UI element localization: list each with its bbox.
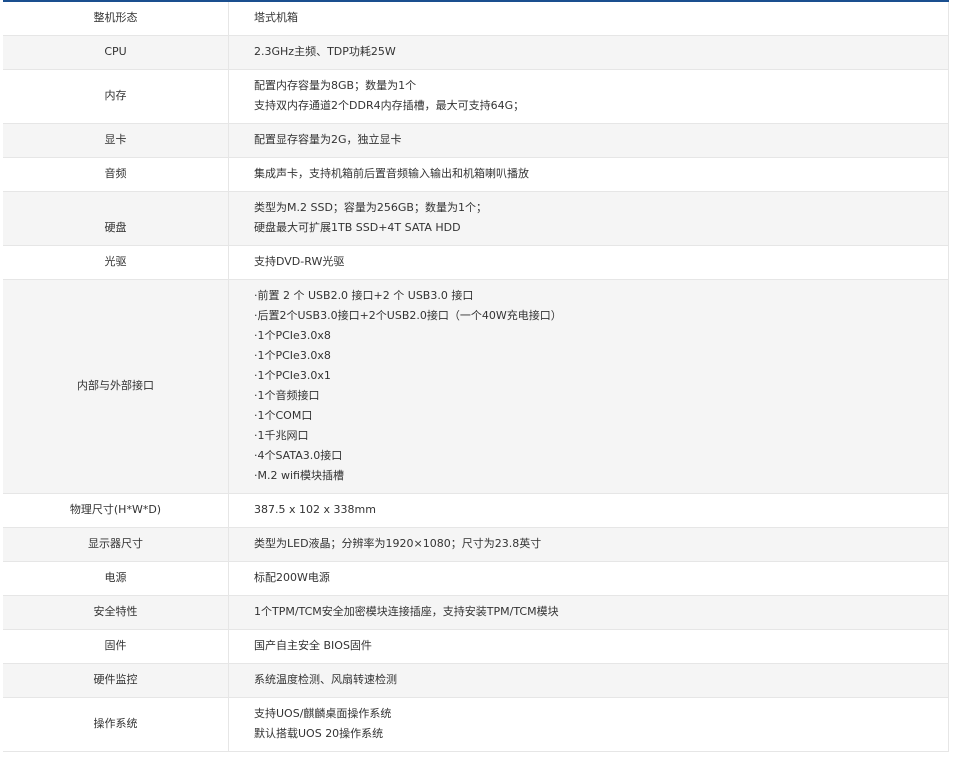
spec-value-line: 支持DVD-RW光驱 (254, 255, 345, 268)
spec-value-line: 国产自主安全 BIOS固件 (254, 639, 372, 652)
spec-value-line: 默认搭载UOS 20操作系统 (254, 727, 384, 740)
spec-label: 操作系统 (3, 696, 229, 752)
spec-row: 硬盘 类型为M.2 SSD；容量为256GB；数量为1个； 硬盘最大可扩展1TB S… (3, 190, 949, 246)
spec-row: 固件 国产自主安全 BIOS固件 (3, 628, 949, 664)
spec-label: 硬件监控 (3, 662, 229, 698)
spec-value: 387.5 x 102 x 338mm (228, 492, 949, 528)
spec-table: 整机形态 塔式机箱 CPU 2.3GHz主频、TDP功耗25W 内存 配置内存容量为8GB… (3, 0, 949, 752)
spec-value: 1个TPM/TCM安全加密模块连接插座，支持安装TPM/TCM模块 (228, 594, 949, 630)
spec-row: 电源 标配200W电源 (3, 560, 949, 596)
spec-label: 光驱 (3, 244, 229, 280)
spec-value-line: ·1个PCIe3.0x8 (254, 329, 331, 342)
spec-value-line: 塔式机箱 (254, 11, 298, 25)
spec-value-line: ·前置 2 个 USB2.0 接口+2 个 USB3.0 接口 (254, 289, 474, 302)
spec-row: 操作系统 支持UOS/麒麟桌面操作系统 默认搭载UOS 20操作系统 (3, 696, 949, 752)
spec-value-line: 硬盘最大可扩展1TB SSD+4T SATA HDD (254, 221, 461, 234)
spec-row: 物理尺寸(H*W*D) 387.5 x 102 x 338mm (3, 492, 949, 528)
spec-label: 物理尺寸(H*W*D) (3, 492, 229, 528)
spec-value-line: 配置显存容量为2G，独立显卡 (254, 133, 402, 146)
spec-label: 内部与外部接口 (3, 278, 229, 494)
spec-table-body: 整机形态 塔式机箱 CPU 2.3GHz主频、TDP功耗25W 内存 配置内存容量为8GB… (3, 0, 949, 752)
spec-value: 塔式机箱 (228, 0, 949, 36)
spec-value: 类型为LED液晶；分辨率为1920×1080；尺寸为23.8英寸 (228, 526, 949, 562)
spec-row: 显示器尺寸 类型为LED液晶；分辨率为1920×1080；尺寸为23.8英寸 (3, 526, 949, 562)
spec-row: 内部与外部接口 ·前置 2 个 USB2.0 接口+2 个 USB3.0 接口 ·后… (3, 278, 949, 494)
spec-row: 显卡 配置显存容量为2G，独立显卡 (3, 122, 949, 158)
spec-value-line: 387.5 x 102 x 338mm (254, 503, 376, 516)
spec-row: CPU 2.3GHz主频、TDP功耗25W (3, 34, 949, 70)
spec-value-line: ·1个音频接口 (254, 389, 320, 402)
spec-row: 音频 集成声卡，支持机箱前后置音频输入输出和机箱喇叭播放 (3, 156, 949, 192)
spec-row: 整机形态 塔式机箱 (3, 0, 949, 36)
spec-label: 显卡 (3, 122, 229, 158)
spec-label: 整机形态 (3, 0, 229, 36)
spec-value: ·前置 2 个 USB2.0 接口+2 个 USB3.0 接口 ·后置2个USB3… (228, 278, 949, 494)
spec-value: 国产自主安全 BIOS固件 (228, 628, 949, 664)
spec-label: 显示器尺寸 (3, 526, 229, 562)
spec-value-line: 类型为M.2 SSD；容量为256GB；数量为1个； (254, 201, 487, 214)
spec-value: 支持DVD-RW光驱 (228, 244, 949, 280)
spec-label: 硬盘 (3, 190, 229, 246)
spec-value-line: ·1个PCIe3.0x8 (254, 349, 331, 362)
spec-value-line: 配置内存容量为8GB；数量为1个 (254, 79, 417, 92)
spec-value-line: ·1个COM口 (254, 409, 313, 422)
spec-value: 2.3GHz主频、TDP功耗25W (228, 34, 949, 70)
spec-value-line: ·4个SATA3.0接口 (254, 449, 343, 462)
spec-value-line: 集成声卡，支持机箱前后置音频输入输出和机箱喇叭播放 (254, 167, 529, 180)
spec-value: 支持UOS/麒麟桌面操作系统 默认搭载UOS 20操作系统 (228, 696, 949, 752)
spec-value-line: 类型为LED液晶；分辨率为1920×1080；尺寸为23.8英寸 (254, 537, 542, 550)
spec-value-line: ·1个PCIe3.0x1 (254, 369, 331, 382)
spec-row: 硬件监控 系统温度检测、风扇转速检测 (3, 662, 949, 698)
spec-value-line: 系统温度检测、风扇转速检测 (254, 673, 397, 686)
spec-value-line: 支持双内存通道2个DDR4内存插槽，最大可支持64G； (254, 99, 525, 112)
spec-label: 内存 (3, 68, 229, 124)
spec-value: 集成声卡，支持机箱前后置音频输入输出和机箱喇叭播放 (228, 156, 949, 192)
spec-label: 安全特性 (3, 594, 229, 630)
spec-value: 类型为M.2 SSD；容量为256GB；数量为1个； 硬盘最大可扩展1TB SSD… (228, 190, 949, 246)
spec-label: 音频 (3, 156, 229, 192)
spec-row: 光驱 支持DVD-RW光驱 (3, 244, 949, 280)
spec-value: 配置显存容量为2G，独立显卡 (228, 122, 949, 158)
spec-value: 配置内存容量为8GB；数量为1个支持双内存通道2个DDR4内存插槽，最大可支持6… (228, 68, 949, 124)
spec-row: 内存 配置内存容量为8GB；数量为1个 支持双内存通道2个DDR4内存插槽，最大可支… (3, 68, 949, 124)
spec-label: CPU (3, 34, 229, 70)
spec-label: 电源 (3, 560, 229, 596)
spec-value-line: ·M.2 wifi模块插槽 (254, 469, 344, 482)
spec-value-line: 2.3GHz主频、TDP功耗25W (254, 45, 396, 58)
spec-value-line: ·1千兆网口 (254, 429, 309, 442)
spec-value: 系统温度检测、风扇转速检测 (228, 662, 949, 698)
spec-value-line: 标配200W电源 (254, 571, 330, 584)
spec-value-line: ·后置2个USB3.0接口+2个USB2.0接口（一个40W充电接口） (254, 309, 562, 322)
spec-value-line: 支持UOS/麒麟桌面操作系统 (254, 707, 392, 720)
spec-row: 安全特性 1个TPM/TCM安全加密模块连接插座，支持安装TPM/TCM模块 (3, 594, 949, 630)
spec-value-line: 1个TPM/TCM安全加密模块连接插座，支持安装TPM/TCM模块 (254, 605, 559, 618)
spec-label: 固件 (3, 628, 229, 664)
spec-value: 标配200W电源 (228, 560, 949, 596)
